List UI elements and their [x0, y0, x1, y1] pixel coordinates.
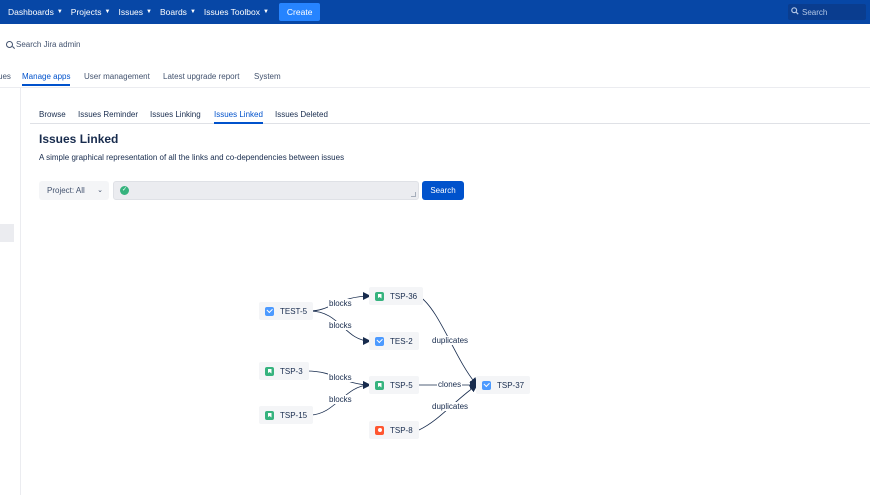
edge-label: duplicates — [431, 402, 470, 411]
tab-system[interactable]: System — [254, 72, 281, 81]
global-search-placeholder: Search — [802, 7, 828, 17]
search-icon — [6, 41, 13, 48]
issue-key: TSP-8 — [390, 425, 413, 435]
issue-key: TSP-37 — [497, 380, 525, 390]
create-button[interactable]: Create — [278, 3, 321, 21]
task-icon — [375, 336, 384, 346]
task-icon — [265, 306, 274, 316]
task-icon — [482, 380, 491, 390]
chevron-down-icon: ⌄ — [97, 187, 103, 194]
edge-label: clones — [437, 380, 463, 389]
edge-label: blocks — [328, 299, 353, 308]
chevron-down-icon: ▼ — [189, 9, 196, 15]
tab-user-management[interactable]: User management — [84, 72, 150, 81]
issue-node-tsp-15[interactable]: TSP-15 — [259, 406, 314, 424]
global-search-input[interactable]: Search — [788, 4, 866, 20]
resize-handle-icon[interactable] — [411, 192, 416, 197]
search-icon — [788, 7, 802, 17]
tab-issues-reminder[interactable]: Issues Reminder — [78, 110, 138, 119]
chevron-down-icon: ▼ — [56, 9, 63, 15]
sidebar-divider — [20, 88, 21, 495]
page-title: Issues Linked — [39, 132, 119, 146]
tab-manage-apps[interactable]: Manage apps — [22, 72, 71, 86]
sidebar-selected-item[interactable] — [0, 224, 14, 242]
nav-projects-label: Projects — [70, 7, 102, 17]
tab-browse[interactable]: Browse — [39, 110, 66, 119]
story-icon — [375, 291, 384, 301]
chevron-down-icon: ▼ — [104, 9, 111, 15]
issue-key: TES-2 — [390, 336, 413, 346]
nav-issues-toolbox[interactable]: Issues Toolbox ▼ — [204, 7, 269, 17]
issue-node-tsp-5[interactable]: TSP-5 — [369, 376, 419, 394]
issue-node-tsp-3[interactable]: TSP-3 — [259, 362, 309, 380]
nav-issues-toolbox-label: Issues Toolbox — [203, 7, 260, 17]
issue-node-tsp-8[interactable]: TSP-8 — [369, 421, 419, 439]
admin-search[interactable]: Search Jira admin — [6, 40, 80, 49]
nav-projects[interactable]: Projects ▼ — [71, 7, 111, 17]
admin-search-label: Search Jira admin — [16, 40, 81, 49]
nav-dashboards-label: Dashboards — [8, 7, 54, 17]
issue-node-test-5[interactable]: TEST-5 — [259, 302, 314, 320]
valid-check-icon: ✓ — [120, 186, 129, 195]
edge-label: duplicates — [431, 336, 470, 345]
nav-boards[interactable]: Boards ▼ — [160, 7, 196, 17]
nav-issues-label: Issues — [118, 7, 144, 17]
story-icon — [375, 380, 384, 390]
chevron-down-icon: ▼ — [146, 9, 152, 15]
toolbox-tabs: Browse Issues Reminder Issues Linking Is… — [30, 108, 870, 124]
admin-tabs: ues Manage apps User management Latest u… — [0, 70, 870, 88]
jql-query-input[interactable]: ✓ — [113, 181, 419, 200]
nav-issues[interactable]: Issues ▼ — [118, 7, 152, 17]
tab-latest-upgrade-report[interactable]: Latest upgrade report — [163, 72, 240, 81]
project-select-value: Project: All — [47, 186, 85, 195]
issue-key: TEST-5 — [280, 306, 308, 316]
edge-label: blocks — [328, 321, 353, 330]
tab-issues-linked[interactable]: Issues Linked — [214, 110, 263, 124]
story-icon — [265, 410, 274, 420]
issue-node-tsp-37[interactable]: TSP-37 — [476, 376, 531, 394]
nav-dashboards[interactable]: Dashboards ▼ — [8, 7, 63, 17]
edge-label: blocks — [328, 373, 353, 382]
tab-issues-linking[interactable]: Issues Linking — [150, 110, 201, 119]
search-button[interactable]: Search — [422, 181, 464, 200]
issue-key: TSP-15 — [280, 410, 308, 420]
issue-key: TSP-36 — [390, 291, 418, 301]
top-navigation: Dashboards ▼ Projects ▼ Issues ▼ Boards ▼ Is… — [0, 0, 870, 24]
issue-node-tes-2[interactable]: TES-2 — [369, 332, 419, 350]
tab-issues-cut[interactable]: ues — [0, 72, 11, 81]
issue-node-tsp-36[interactable]: TSP-36 — [369, 287, 424, 305]
bug-icon — [375, 425, 384, 435]
issue-key: TSP-3 — [280, 366, 303, 376]
nav-boards-label: Boards — [160, 7, 187, 17]
page-description: A simple graphical representation of all… — [39, 153, 345, 162]
tab-issues-deleted[interactable]: Issues Deleted — [275, 110, 328, 119]
chevron-down-icon: ▼ — [262, 9, 269, 15]
issue-key: TSP-5 — [390, 380, 413, 390]
edge-label: blocks — [328, 395, 353, 404]
story-icon — [265, 366, 274, 376]
project-select[interactable]: Project: All ⌄ — [39, 181, 109, 200]
